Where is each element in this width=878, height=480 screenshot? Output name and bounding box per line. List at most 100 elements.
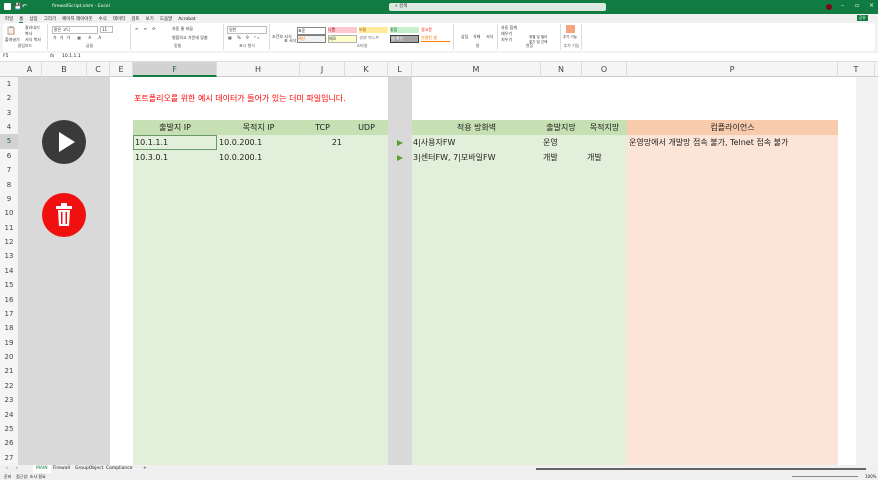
horizontal-scrollbar[interactable] <box>536 468 866 470</box>
insert-cells-button[interactable]: 삽입 <box>461 34 468 40</box>
align-icons[interactable]: ≡ ≡ ⟳ <box>135 26 158 31</box>
sheet-tab-firewall[interactable]: Firewall <box>53 465 70 473</box>
addins-button[interactable]: 추가 기능 <box>563 35 577 40</box>
row-header[interactable]: 17 <box>0 307 18 322</box>
expand-arrow-icon[interactable] <box>397 155 403 161</box>
sheet-tab-groupobject[interactable]: GroupObject <box>75 465 103 473</box>
row-header[interactable]: 6 <box>0 149 18 164</box>
tab-formulas[interactable]: 수식 <box>99 17 107 22</box>
column-header[interactable]: L <box>388 62 412 77</box>
cell-dest-ip[interactable]: 10.0.200.1 <box>219 136 262 151</box>
row-header[interactable]: 16 <box>0 293 18 308</box>
save-icon[interactable]: 💾 <box>14 3 21 10</box>
row-header[interactable]: 13 <box>0 249 18 264</box>
row-header[interactable]: 12 <box>0 235 18 250</box>
tab-draw[interactable]: 그리기 <box>44 17 56 22</box>
row-header[interactable]: 7 <box>0 163 18 178</box>
number-buttons[interactable]: ▦ % 9 ⁰₀ <box>228 35 261 40</box>
cell-firewall[interactable]: 3|센터FW, 7|모바일FW <box>413 151 495 166</box>
format-cells-button[interactable]: 서식 <box>486 34 493 40</box>
formula-input[interactable]: 10.1.1.1 <box>62 54 81 59</box>
cell-source-net[interactable]: 운영 <box>543 136 558 151</box>
cell-dest-ip[interactable]: 10.0.200.1 <box>219 151 262 166</box>
style-neutral[interactable]: 보통 <box>359 27 388 33</box>
style-linked-cell[interactable]: 연결된 셀 <box>421 35 450 42</box>
font-format-buttons[interactable]: 가가가 ▦ A A <box>53 35 104 41</box>
font-name-select[interactable]: 맑은 고딕 <box>52 26 98 34</box>
tab-page-layout[interactable]: 페이지 레이아웃 <box>62 17 92 22</box>
prev-sheet-icon[interactable]: ‹ <box>6 465 8 473</box>
row-header[interactable]: 4 <box>0 120 18 135</box>
cell-source-net[interactable]: 개발 <box>543 151 558 166</box>
accessibility-status[interactable]: 접근성: 조사 필요 <box>16 473 46 480</box>
row-header[interactable]: 10 <box>0 206 18 221</box>
font-size-select[interactable]: 11 <box>100 26 113 33</box>
cell-tcp[interactable]: 21 <box>300 136 342 151</box>
row-header[interactable]: 19 <box>0 336 18 351</box>
row-header[interactable]: 3 <box>0 106 18 121</box>
number-format-select[interactable]: 일반 <box>227 26 267 34</box>
expand-arrow-icon[interactable] <box>397 140 403 146</box>
row-header[interactable]: 25 <box>0 422 18 437</box>
worksheet-grid[interactable]: 포트폴리오를 위한 예시 데이터가 들어가 있는 더미 파일입니다. 출발지 I… <box>18 77 875 465</box>
wrap-text-button[interactable]: 자동 줄 바꿈 <box>172 26 193 32</box>
sheet-tab-compliance[interactable]: Compliance <box>106 465 133 473</box>
cell-source-ip[interactable]: 10.3.0.1 <box>135 151 168 166</box>
row-header[interactable]: 15 <box>0 278 18 293</box>
avatar[interactable] <box>826 4 832 10</box>
column-header[interactable]: J <box>300 62 345 77</box>
search-input[interactable]: ⌕ 검색 <box>389 3 606 11</box>
style-normal[interactable]: 표준 <box>297 27 326 35</box>
column-header[interactable]: F <box>133 62 217 77</box>
style-good[interactable]: 좋음 <box>390 27 419 33</box>
column-header[interactable]: M <box>412 62 541 77</box>
style-calculation[interactable]: 계산 <box>297 35 326 43</box>
row-header[interactable]: 9 <box>0 192 18 207</box>
zoom-slider[interactable] <box>792 476 858 477</box>
tab-data[interactable]: 데이터 <box>113 17 125 22</box>
cell-dest-net[interactable]: 개발 <box>587 151 602 166</box>
row-header[interactable]: 8 <box>0 178 18 193</box>
column-header[interactable]: K <box>345 62 388 77</box>
row-header[interactable]: 23 <box>0 393 18 408</box>
tab-file[interactable]: 파일 <box>5 17 13 22</box>
row-header[interactable]: 2 <box>0 91 18 106</box>
delete-button[interactable] <box>42 193 86 237</box>
undo-icon[interactable]: ↶ <box>22 3 27 10</box>
close-button[interactable]: × <box>869 2 874 9</box>
column-header[interactable]: E <box>110 62 133 77</box>
style-bad[interactable]: 나쁨 <box>328 27 357 33</box>
row-header[interactable]: 21 <box>0 364 18 379</box>
style-warning[interactable]: 경고문 <box>421 27 450 33</box>
row-header[interactable]: 11 <box>0 221 18 236</box>
cell-source-ip[interactable]: 10.1.1.1 <box>135 136 168 151</box>
tab-help[interactable]: 도움말 <box>160 17 172 22</box>
style-note[interactable]: 메모 <box>328 35 357 43</box>
column-header[interactable]: P <box>627 62 838 77</box>
column-header[interactable]: H <box>217 62 300 77</box>
restore-button[interactable]: ▫ <box>855 2 859 9</box>
tab-insert[interactable]: 삽입 <box>29 17 37 22</box>
row-header[interactable]: 27 <box>0 451 18 466</box>
column-header[interactable]: B <box>42 62 87 77</box>
row-header[interactable]: 18 <box>0 321 18 336</box>
style-check-cell[interactable]: 셀 확인 <box>390 35 419 43</box>
cell-firewall[interactable]: 4|사용자FW <box>413 136 455 151</box>
cell-compliance[interactable]: 운영망에서 개발망 접속 불가, Telnet 접속 불가 <box>629 136 788 151</box>
style-explanatory[interactable]: 설명 텍스트 <box>359 35 388 41</box>
tab-acrobat[interactable]: Acrobat <box>178 17 195 22</box>
row-header[interactable]: 20 <box>0 350 18 365</box>
row-header[interactable]: 22 <box>0 379 18 394</box>
column-header[interactable]: C <box>87 62 110 77</box>
add-sheet-button[interactable]: + <box>143 465 147 473</box>
run-button[interactable] <box>42 120 86 164</box>
column-header[interactable]: A <box>18 62 42 77</box>
tab-review[interactable]: 검토 <box>131 17 139 22</box>
row-header[interactable]: 5 <box>0 134 18 150</box>
column-header[interactable]: O <box>582 62 627 77</box>
column-header[interactable]: N <box>541 62 582 77</box>
merge-center-button[interactable]: 병합하고 가운데 맞춤 <box>172 35 208 41</box>
delete-cells-button[interactable]: 삭제 <box>473 34 480 40</box>
zoom-level[interactable]: 100% <box>865 473 876 480</box>
share-button[interactable]: 공유 <box>856 15 868 21</box>
